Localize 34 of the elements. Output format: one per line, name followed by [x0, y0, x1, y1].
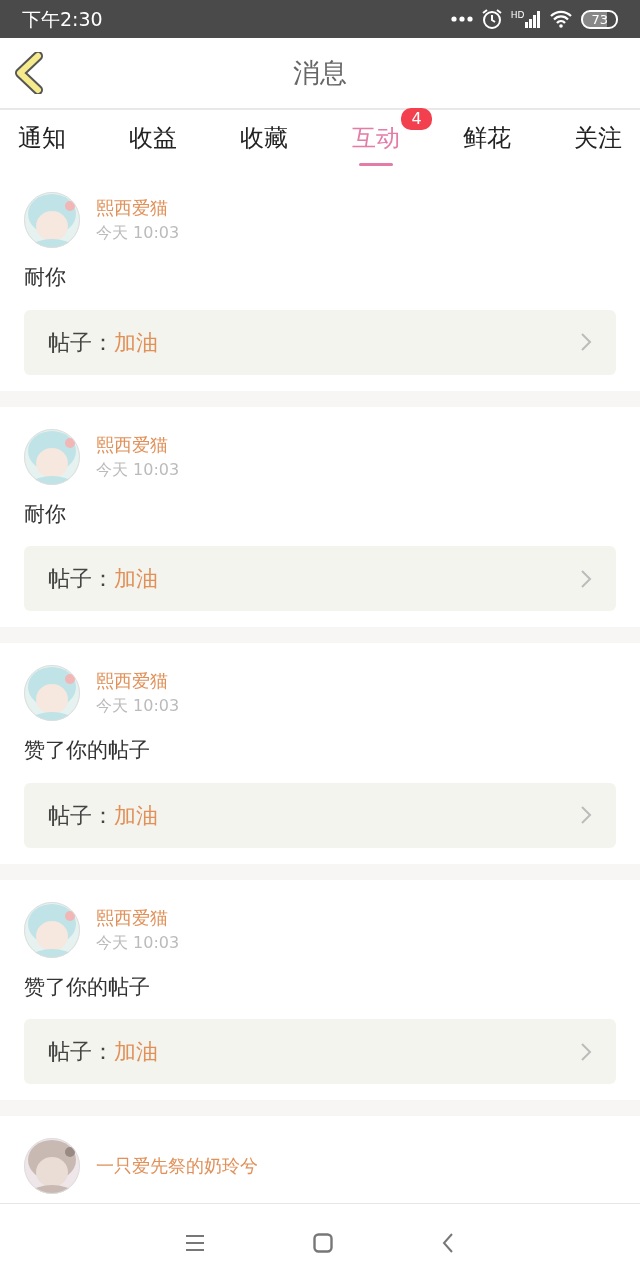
- signal-icon: [525, 10, 542, 28]
- count-badge: 4: [401, 108, 432, 130]
- post-link[interactable]: 帖子：加油: [24, 309, 616, 375]
- menu-icon: [185, 1233, 205, 1252]
- back-icon: [441, 1231, 455, 1254]
- tab[interactable]: 收益: [119, 114, 188, 166]
- chevron-icon: [580, 805, 592, 825]
- more-dots-icon: [450, 16, 473, 22]
- message-time: 今天 10:03: [96, 932, 180, 953]
- post-link[interactable]: 帖子：加油: [24, 546, 616, 611]
- message-time: 今天 10:03: [96, 459, 180, 480]
- tab[interactable]: 关注: [563, 114, 632, 166]
- page-title: 消息: [293, 55, 347, 90]
- back-button[interactable]: [12, 52, 46, 94]
- alarm-icon: [480, 8, 503, 30]
- chevron-icon: [580, 332, 592, 352]
- message-text: 赞了你的帖子: [24, 973, 151, 1001]
- message-text: 赞了你的帖子: [24, 737, 151, 764]
- chevron-icon: [580, 1041, 592, 1062]
- message-time: 今天 10:03: [96, 696, 180, 716]
- post-link[interactable]: 帖子：加油: [24, 782, 616, 848]
- battery-indicator: 73: [581, 9, 618, 29]
- network-label: HD: [510, 10, 525, 20]
- chevron-icon: [580, 568, 592, 589]
- post-link[interactable]: 帖子：加油: [24, 1019, 616, 1084]
- message-text: 耐你: [24, 500, 67, 528]
- tab[interactable]: 通知: [8, 114, 76, 166]
- message-text: 耐你: [24, 264, 67, 291]
- tab[interactable]: 收藏: [230, 114, 299, 166]
- message-time: 今天 10:03: [96, 223, 180, 243]
- square-icon: [313, 1232, 333, 1253]
- tab[interactable]: 鲜花: [452, 114, 521, 166]
- status-time: 下午2:30: [22, 6, 103, 32]
- wifi-icon: [549, 10, 574, 28]
